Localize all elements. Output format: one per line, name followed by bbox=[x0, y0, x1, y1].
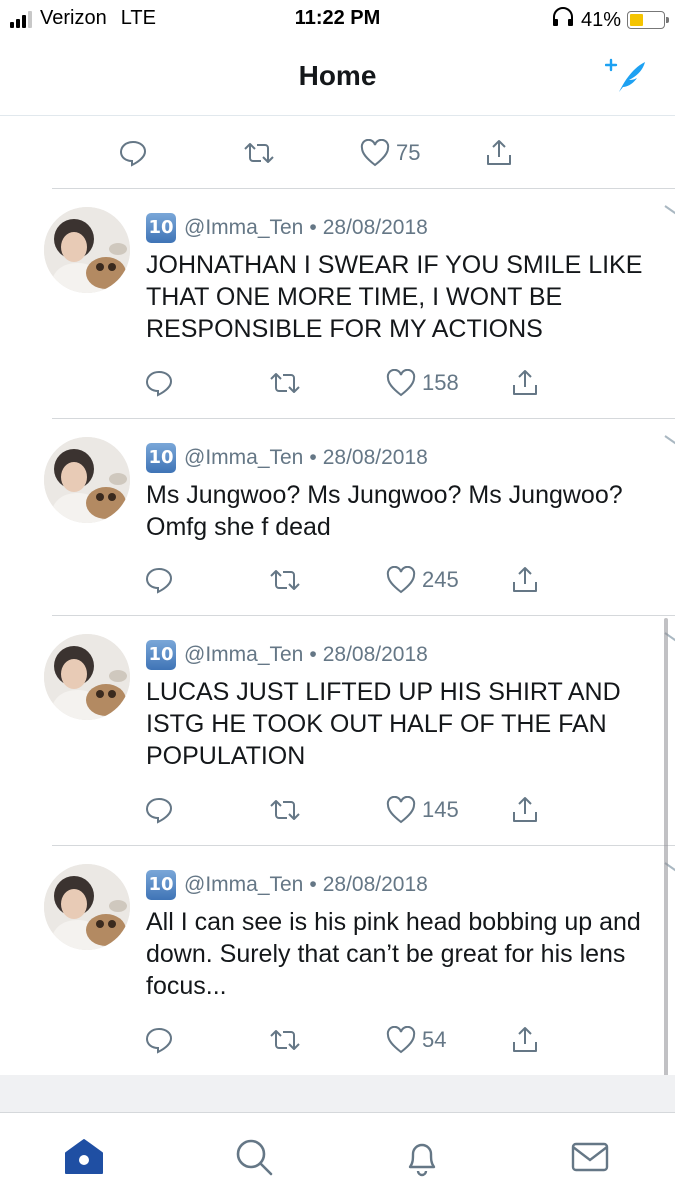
reply-icon bbox=[145, 797, 173, 824]
timeline-feed[interactable]: 75 10 @Imma_Ten • 28/08/2018 JOHNATHAN I SWE… bbox=[0, 117, 675, 1054]
notifications-icon[interactable] bbox=[400, 1135, 444, 1179]
share-icon bbox=[513, 797, 537, 822]
keycap-ten-emoji: 10 bbox=[146, 443, 176, 473]
share-button[interactable] bbox=[510, 347, 540, 419]
tweet-handle[interactable]: @Imma_Ten bbox=[184, 446, 303, 470]
share-icon bbox=[513, 370, 537, 395]
like-count: 75 bbox=[396, 140, 421, 165]
reply-icon bbox=[145, 567, 173, 594]
bottom-tab-bar bbox=[0, 1112, 675, 1200]
reply-icon bbox=[145, 1027, 173, 1054]
reply-icon bbox=[145, 370, 173, 397]
retweet-button[interactable] bbox=[268, 774, 302, 846]
tweet-date[interactable]: 28/08/2018 bbox=[323, 216, 428, 240]
tweet-handle[interactable]: @Imma_Ten bbox=[184, 216, 303, 240]
keycap-ten-emoji: 10 bbox=[146, 213, 176, 243]
share-button[interactable] bbox=[510, 1004, 540, 1076]
reply-button[interactable] bbox=[144, 544, 174, 616]
top-nav-bar: Home bbox=[0, 38, 675, 116]
heart-icon bbox=[386, 1026, 416, 1054]
keycap-ten-emoji: 10 bbox=[146, 870, 176, 900]
chevron-down-icon[interactable] bbox=[663, 203, 675, 217]
tweet-date[interactable]: 28/08/2018 bbox=[323, 446, 428, 470]
share-icon bbox=[513, 1027, 537, 1052]
heart-icon bbox=[360, 139, 390, 167]
meta-separator: • bbox=[309, 873, 317, 896]
retweet-icon bbox=[270, 1030, 300, 1050]
retweet-icon bbox=[270, 800, 300, 820]
tweet-text: LUCAS JUST LIFTED UP HIS SHIRT AND ISTG … bbox=[146, 678, 621, 770]
like-count: 158 bbox=[422, 370, 459, 395]
tweet[interactable]: 10 @Imma_Ten • 28/08/2018 LUCAS JUST LIFTED … bbox=[44, 615, 675, 845]
meta-separator: • bbox=[309, 216, 317, 239]
retweet-icon bbox=[244, 143, 274, 163]
avatar[interactable] bbox=[44, 207, 130, 293]
retweet-button[interactable] bbox=[268, 544, 302, 616]
share-button[interactable] bbox=[484, 117, 514, 189]
tweet-text: Ms Jungwoo? Ms Jungwoo? Ms Jungwoo? Omfg… bbox=[146, 481, 623, 541]
tweet-meta: 10 @Imma_Ten • 28/08/2018 bbox=[146, 213, 428, 243]
retweet-button[interactable] bbox=[268, 1004, 302, 1076]
chevron-down-icon[interactable] bbox=[663, 433, 675, 447]
like-button[interactable]: 75 bbox=[360, 117, 420, 189]
share-icon bbox=[513, 567, 537, 592]
avatar[interactable] bbox=[44, 634, 130, 720]
meta-separator: • bbox=[309, 643, 317, 666]
like-button[interactable]: 54 bbox=[386, 1004, 446, 1076]
tweet[interactable]: 10 @Imma_Ten • 28/08/2018 All I can see is h… bbox=[44, 845, 675, 1075]
keycap-ten-emoji: 10 bbox=[146, 640, 176, 670]
tweet-date[interactable]: 28/08/2018 bbox=[323, 873, 428, 897]
reply-button[interactable] bbox=[144, 1004, 174, 1076]
tweet[interactable]: 10 @Imma_Ten • 28/08/2018 Ms Jungwoo? Ms Jun… bbox=[44, 418, 675, 615]
battery-icon bbox=[627, 11, 669, 29]
retweet-button[interactable] bbox=[242, 117, 276, 189]
tweet-actions: 158 bbox=[26, 347, 675, 419]
share-button[interactable] bbox=[510, 774, 540, 846]
tweet-meta: 10 @Imma_Ten • 28/08/2018 bbox=[146, 870, 428, 900]
retweet-button[interactable] bbox=[268, 347, 302, 419]
retweet-icon bbox=[270, 373, 300, 393]
tweet-text: JOHNATHAN I SWEAR IF YOU SMILE LIKE THAT… bbox=[146, 251, 643, 343]
tweet-actions: 245 bbox=[26, 544, 675, 616]
like-count: 145 bbox=[422, 797, 459, 822]
like-count: 54 bbox=[422, 1027, 447, 1052]
tweet-handle[interactable]: @Imma_Ten bbox=[184, 873, 303, 897]
avatar[interactable] bbox=[44, 437, 130, 523]
reply-icon bbox=[119, 140, 147, 167]
headphones-icon bbox=[551, 7, 575, 33]
battery-percent: 41% bbox=[580, 8, 621, 31]
tweet-meta: 10 @Imma_Ten • 28/08/2018 bbox=[146, 443, 428, 473]
share-button[interactable] bbox=[510, 544, 540, 616]
tweet-actions: 54 bbox=[26, 1004, 675, 1076]
heart-icon bbox=[386, 566, 416, 594]
retweet-icon bbox=[270, 570, 300, 590]
tweet-handle[interactable]: @Imma_Ten bbox=[184, 643, 303, 667]
scrollbar[interactable] bbox=[664, 618, 668, 1106]
status-bar: Verizon LTE 11:22 PM 41% bbox=[0, 0, 675, 38]
share-icon bbox=[487, 140, 511, 165]
reply-button[interactable] bbox=[144, 774, 174, 846]
home-icon[interactable] bbox=[62, 1135, 106, 1179]
tweet-actions: 145 bbox=[26, 774, 675, 846]
tweet-actions: 75 bbox=[0, 117, 675, 189]
feed-end-spacer bbox=[0, 1075, 675, 1112]
like-button[interactable]: 245 bbox=[386, 544, 459, 616]
heart-icon bbox=[386, 369, 416, 397]
tweet[interactable]: 10 @Imma_Ten • 28/08/2018 JOHNATHAN I SWEAR … bbox=[44, 188, 675, 418]
tweet-date[interactable]: 28/08/2018 bbox=[323, 643, 428, 667]
reply-button[interactable] bbox=[118, 117, 148, 189]
page-title: Home bbox=[298, 60, 377, 91]
search-icon[interactable] bbox=[232, 1135, 276, 1179]
like-count: 245 bbox=[422, 567, 459, 592]
heart-icon bbox=[386, 796, 416, 824]
like-button[interactable]: 145 bbox=[386, 774, 459, 846]
like-button[interactable]: 158 bbox=[386, 347, 459, 419]
avatar[interactable] bbox=[44, 864, 130, 950]
reply-button[interactable] bbox=[144, 347, 174, 419]
compose-tweet-icon[interactable] bbox=[604, 54, 647, 96]
tweet-meta: 10 @Imma_Ten • 28/08/2018 bbox=[146, 640, 428, 670]
meta-separator: • bbox=[309, 446, 317, 469]
messages-icon[interactable] bbox=[568, 1135, 612, 1179]
tweet-text: All I can see is his pink head bobbing u… bbox=[146, 908, 641, 1000]
